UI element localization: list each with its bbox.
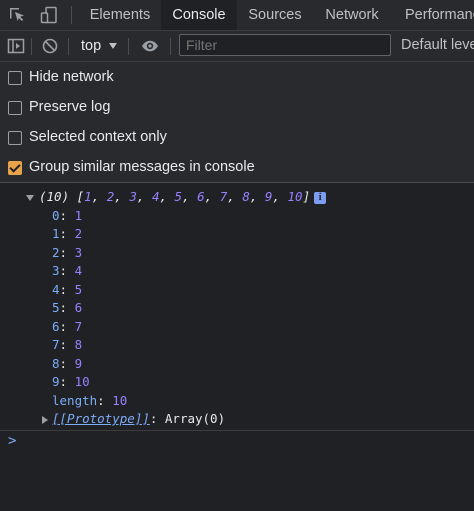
summary-value: 10 bbox=[287, 189, 303, 204]
clear-console-icon[interactable] bbox=[41, 37, 59, 55]
array-entry: 0: 1 bbox=[52, 208, 83, 223]
tab-separator bbox=[71, 6, 72, 24]
entry-key: 6 bbox=[52, 319, 60, 334]
summary-suffix: ] bbox=[302, 189, 311, 204]
tab-performance[interactable]: Performanc bbox=[405, 0, 474, 30]
toolbar-divider bbox=[68, 38, 69, 55]
devtools-tabbar: Elements Console Sources Network Perform… bbox=[0, 0, 474, 31]
group-similar-checkbox[interactable] bbox=[8, 161, 22, 175]
array-entry: 6: 7 bbox=[52, 319, 83, 334]
entry-key: 5 bbox=[52, 300, 60, 315]
setting-label: Group similar messages in console bbox=[29, 159, 255, 175]
array-entry: 9: 10 bbox=[52, 374, 90, 389]
array-entry: 3: 4 bbox=[52, 263, 83, 278]
array-summary[interactable]: (10) [1, 2, 3, 4, 5, 6, 7, 8, 9, 10] i bbox=[26, 188, 327, 206]
entry-value: 9 bbox=[74, 356, 83, 371]
setting-label: Hide network bbox=[29, 69, 114, 85]
entry-value: 4 bbox=[74, 263, 83, 278]
entry-key: 2 bbox=[52, 245, 60, 260]
prototype-key: [[Prototype]] bbox=[52, 411, 150, 426]
console-output: (10) [1, 2, 3, 4, 5, 6, 7, 8, 9, 10] i 0:… bbox=[0, 183, 474, 511]
summary-prefix: (10) [ bbox=[39, 189, 85, 204]
entry-value: 3 bbox=[74, 245, 83, 260]
summary-value: 8 bbox=[242, 189, 250, 204]
console-settings-panel: Hide network Preserve log Selected conte… bbox=[0, 62, 474, 183]
array-entry: 2: 3 bbox=[52, 245, 83, 260]
context-selector[interactable]: top bbox=[81, 37, 101, 55]
device-toggle-icon[interactable] bbox=[40, 6, 58, 24]
toolbar-divider bbox=[128, 38, 129, 55]
entry-value: 1 bbox=[74, 208, 83, 223]
entry-key: 7 bbox=[52, 337, 60, 352]
prototype-value: Array(0) bbox=[164, 411, 226, 426]
entry-value: 7 bbox=[74, 319, 83, 334]
prototype-entry[interactable]: [[Prototype]]: Array(0) bbox=[42, 410, 225, 428]
setting-preserve-log[interactable]: Preserve log bbox=[0, 97, 474, 119]
hide-network-checkbox[interactable] bbox=[8, 71, 22, 85]
entry-key: 0 bbox=[52, 208, 60, 223]
array-entry: 8: 9 bbox=[52, 356, 83, 371]
expand-triangle-icon[interactable] bbox=[42, 415, 48, 424]
console-prompt[interactable]: > bbox=[0, 430, 474, 451]
summary-value: 3 bbox=[129, 189, 137, 204]
summary-value: 1 bbox=[84, 189, 92, 204]
entry-value: 2 bbox=[74, 226, 83, 241]
setting-group-similar[interactable]: Group similar messages in console bbox=[0, 157, 474, 179]
setting-hide-network[interactable]: Hide network bbox=[0, 67, 474, 89]
selected-context-checkbox[interactable] bbox=[8, 131, 22, 145]
info-icon[interactable]: i bbox=[314, 191, 327, 204]
live-expression-icon[interactable] bbox=[141, 37, 159, 55]
tab-network[interactable]: Network bbox=[313, 0, 391, 30]
array-entry: 4: 5 bbox=[52, 282, 83, 297]
entry-key: 3 bbox=[52, 263, 60, 278]
array-entry: 5: 6 bbox=[52, 300, 83, 315]
log-levels-dropdown[interactable]: Default leve bbox=[401, 37, 474, 53]
tab-sources[interactable]: Sources bbox=[238, 0, 312, 30]
entry-value: 6 bbox=[74, 300, 83, 315]
show-sidebar-icon[interactable] bbox=[7, 37, 25, 55]
tab-elements[interactable]: Elements bbox=[80, 0, 160, 30]
entry-value: 8 bbox=[74, 337, 83, 352]
array-entry: 1: 2 bbox=[52, 226, 83, 241]
entry-key: 8 bbox=[52, 356, 60, 371]
length-key: length bbox=[52, 393, 98, 408]
tab-console[interactable]: Console bbox=[161, 0, 237, 30]
toolbar-divider bbox=[31, 38, 32, 55]
entry-value: 10 bbox=[74, 374, 90, 389]
entry-key: 9 bbox=[52, 374, 60, 389]
preserve-log-checkbox[interactable] bbox=[8, 101, 22, 115]
prompt-chevron-icon: > bbox=[8, 433, 17, 449]
toolbar-divider bbox=[170, 38, 171, 55]
inspect-element-icon[interactable] bbox=[8, 6, 26, 24]
setting-label: Preserve log bbox=[29, 99, 111, 115]
length-value: 10 bbox=[112, 393, 128, 408]
setting-label: Selected context only bbox=[29, 129, 167, 145]
summary-value: 6 bbox=[197, 189, 205, 204]
entry-key: 4 bbox=[52, 282, 60, 297]
entry-value: 5 bbox=[74, 282, 83, 297]
summary-values: 1, 2, 3, 4, 5, 6, 7, 8, 9, 10 bbox=[84, 189, 303, 204]
filter-input[interactable] bbox=[179, 34, 391, 56]
summary-value: 5 bbox=[174, 189, 183, 204]
expand-triangle-icon[interactable] bbox=[26, 194, 34, 201]
setting-selected-context-only[interactable]: Selected context only bbox=[0, 127, 474, 149]
entry-key: 1 bbox=[52, 226, 60, 241]
array-entry: 7: 8 bbox=[52, 337, 83, 352]
array-length: length: 10 bbox=[52, 393, 128, 408]
chevron-down-icon[interactable] bbox=[109, 43, 117, 49]
